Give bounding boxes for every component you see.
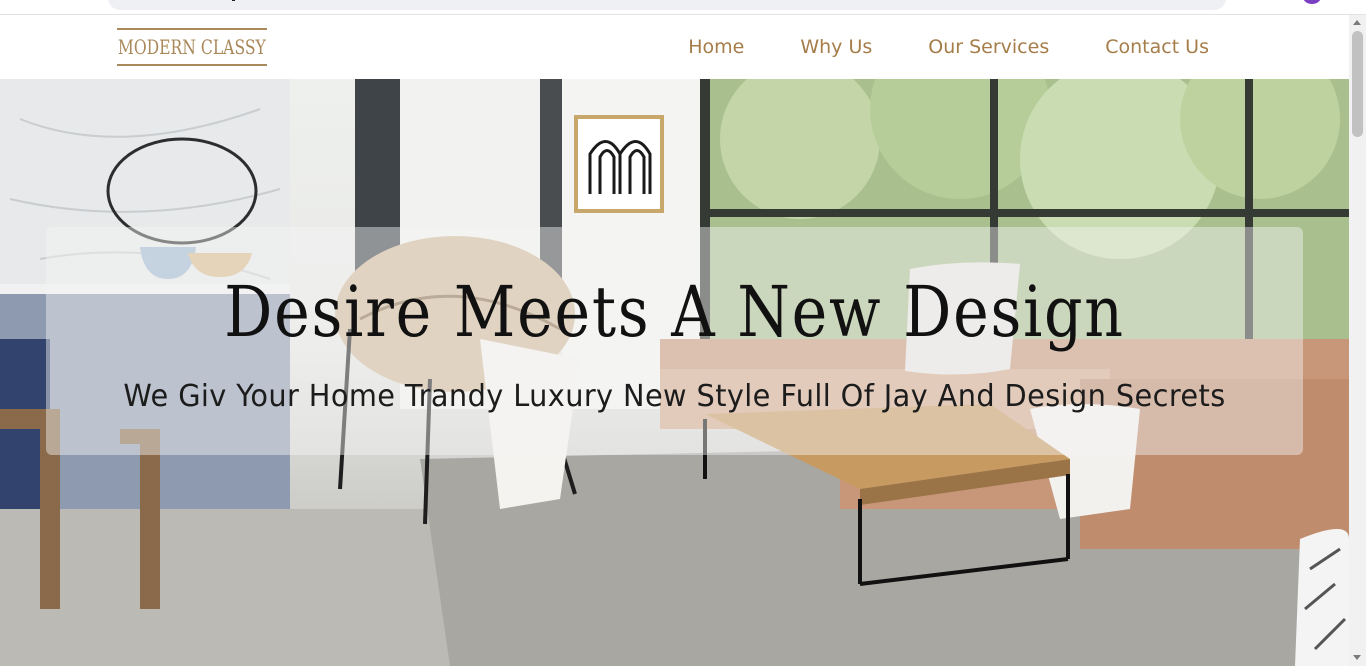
- main-nav: Home Why Us Our Services Contact Us: [632, 33, 1209, 61]
- site-header: MODERN CLASSY Home Why Us Our Services C…: [0, 15, 1349, 79]
- hero-subtitle: We Giv Your Home Trandy Luxury New Style…: [123, 379, 1226, 414]
- nav-our-services[interactable]: Our Services: [928, 33, 1049, 61]
- page-scrollbar[interactable]: [1349, 15, 1366, 666]
- address-bar[interactable]: [108, 0, 1226, 10]
- address-bar-caret: [232, 0, 235, 1]
- logo-text: MODERN CLASSY: [118, 35, 266, 59]
- nav-why-us[interactable]: Why Us: [800, 33, 872, 61]
- site-logo[interactable]: MODERN CLASSY: [117, 28, 267, 66]
- hero-overlay-card: Desire Meets A New Design We Giv Your Ho…: [46, 227, 1303, 455]
- nav-home[interactable]: Home: [688, 33, 744, 61]
- browser-toolbar: [0, 0, 1366, 15]
- scrollbar-thumb[interactable]: [1352, 31, 1363, 137]
- nav-contact-us[interactable]: Contact Us: [1105, 33, 1209, 61]
- scroll-down-arrow-icon[interactable]: [1353, 655, 1361, 660]
- scroll-up-arrow-icon[interactable]: [1353, 20, 1361, 25]
- hero-title: Desire Meets A New Design: [224, 271, 1125, 353]
- profile-avatar-icon[interactable]: [1303, 0, 1321, 4]
- hero-section: Desire Meets A New Design We Giv Your Ho…: [0, 79, 1349, 666]
